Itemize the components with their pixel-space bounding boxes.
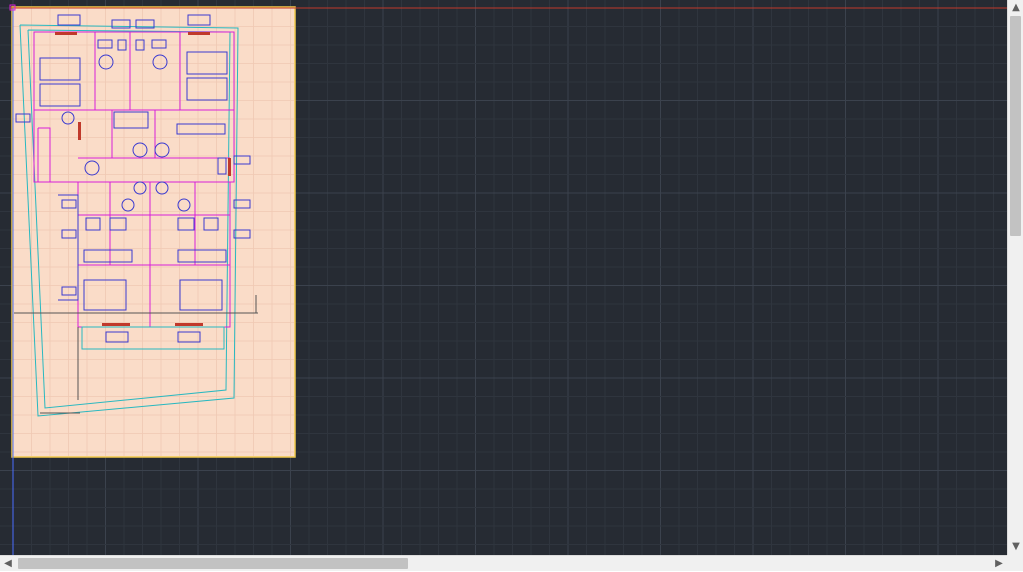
layout-sheet[interactable] — [11, 6, 296, 458]
door-red-3 — [102, 323, 130, 326]
scroll-left-icon[interactable]: ◀ — [0, 556, 16, 572]
door-red-1 — [55, 32, 77, 35]
door-red-5 — [78, 122, 81, 140]
vertical-scroll-thumb[interactable] — [1010, 16, 1021, 236]
drawing-canvas[interactable] — [0, 0, 1007, 555]
horizontal-scrollbar[interactable]: ◀ ▶ — [0, 555, 1007, 571]
door-red-4 — [175, 323, 203, 326]
scroll-right-icon[interactable]: ▶ — [991, 556, 1007, 572]
door-red-6 — [228, 158, 231, 176]
door-red-2 — [188, 32, 210, 35]
vertical-scrollbar[interactable]: ▲ ▼ — [1007, 0, 1023, 555]
drawing-viewport[interactable] — [0, 0, 1007, 555]
scrollbar-corner — [1007, 555, 1023, 571]
scroll-up-icon[interactable]: ▲ — [1008, 0, 1023, 16]
scroll-down-icon[interactable]: ▼ — [1008, 539, 1023, 555]
horizontal-scroll-thumb[interactable] — [18, 558, 408, 569]
